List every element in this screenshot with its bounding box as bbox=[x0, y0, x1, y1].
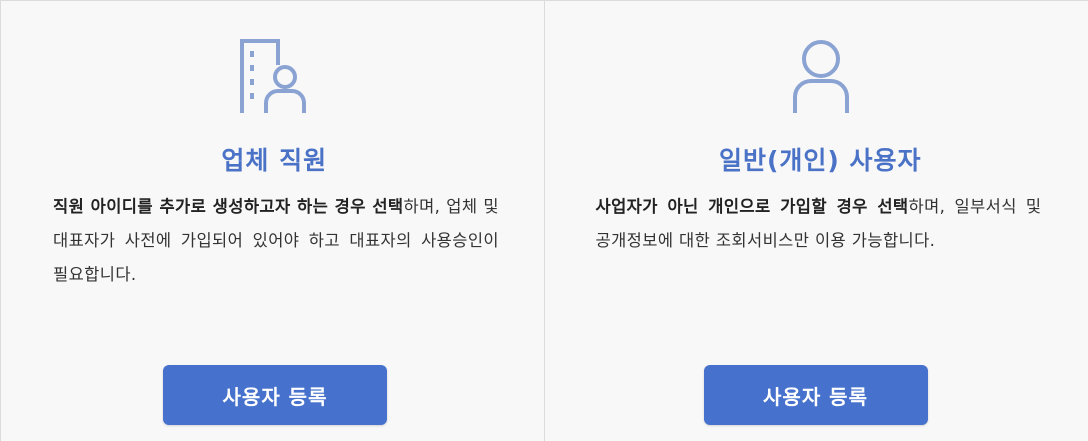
card-description: 사업자가 아닌 개인으로 가입할 경우 선택하며, 일부서식 및 공개정보에 대… bbox=[596, 190, 1042, 258]
register-user-button[interactable]: 사용자 등록 bbox=[703, 365, 928, 425]
register-user-button[interactable]: 사용자 등록 bbox=[163, 365, 387, 425]
card-title: 업체 직원 bbox=[221, 146, 328, 175]
card-company-employee: 업체 직원 직원 아이디를 추가로 생성하고자 하는 경우 선택하며, 업체 및… bbox=[1, 1, 545, 441]
description-emphasis: 직원 아이디를 추가로 생성하고자 하는 경우 선택 bbox=[53, 197, 404, 216]
building-person-icon bbox=[240, 39, 306, 113]
description-emphasis: 사업자가 아닌 개인으로 가입할 경우 선택 bbox=[595, 197, 909, 216]
card-individual-user: 일반(개인) 사용자 사업자가 아닌 개인으로 가입할 경우 선택하며, 일부서… bbox=[544, 1, 1088, 441]
user-type-selection: 업체 직원 직원 아이디를 추가로 생성하고자 하는 경우 선택하며, 업체 및… bbox=[0, 0, 1088, 441]
card-title: 일반(개인) 사용자 bbox=[718, 146, 922, 175]
card-description: 직원 아이디를 추가로 생성하고자 하는 경우 선택하며, 업체 및 대표자가 … bbox=[53, 190, 499, 292]
person-icon bbox=[792, 40, 849, 113]
